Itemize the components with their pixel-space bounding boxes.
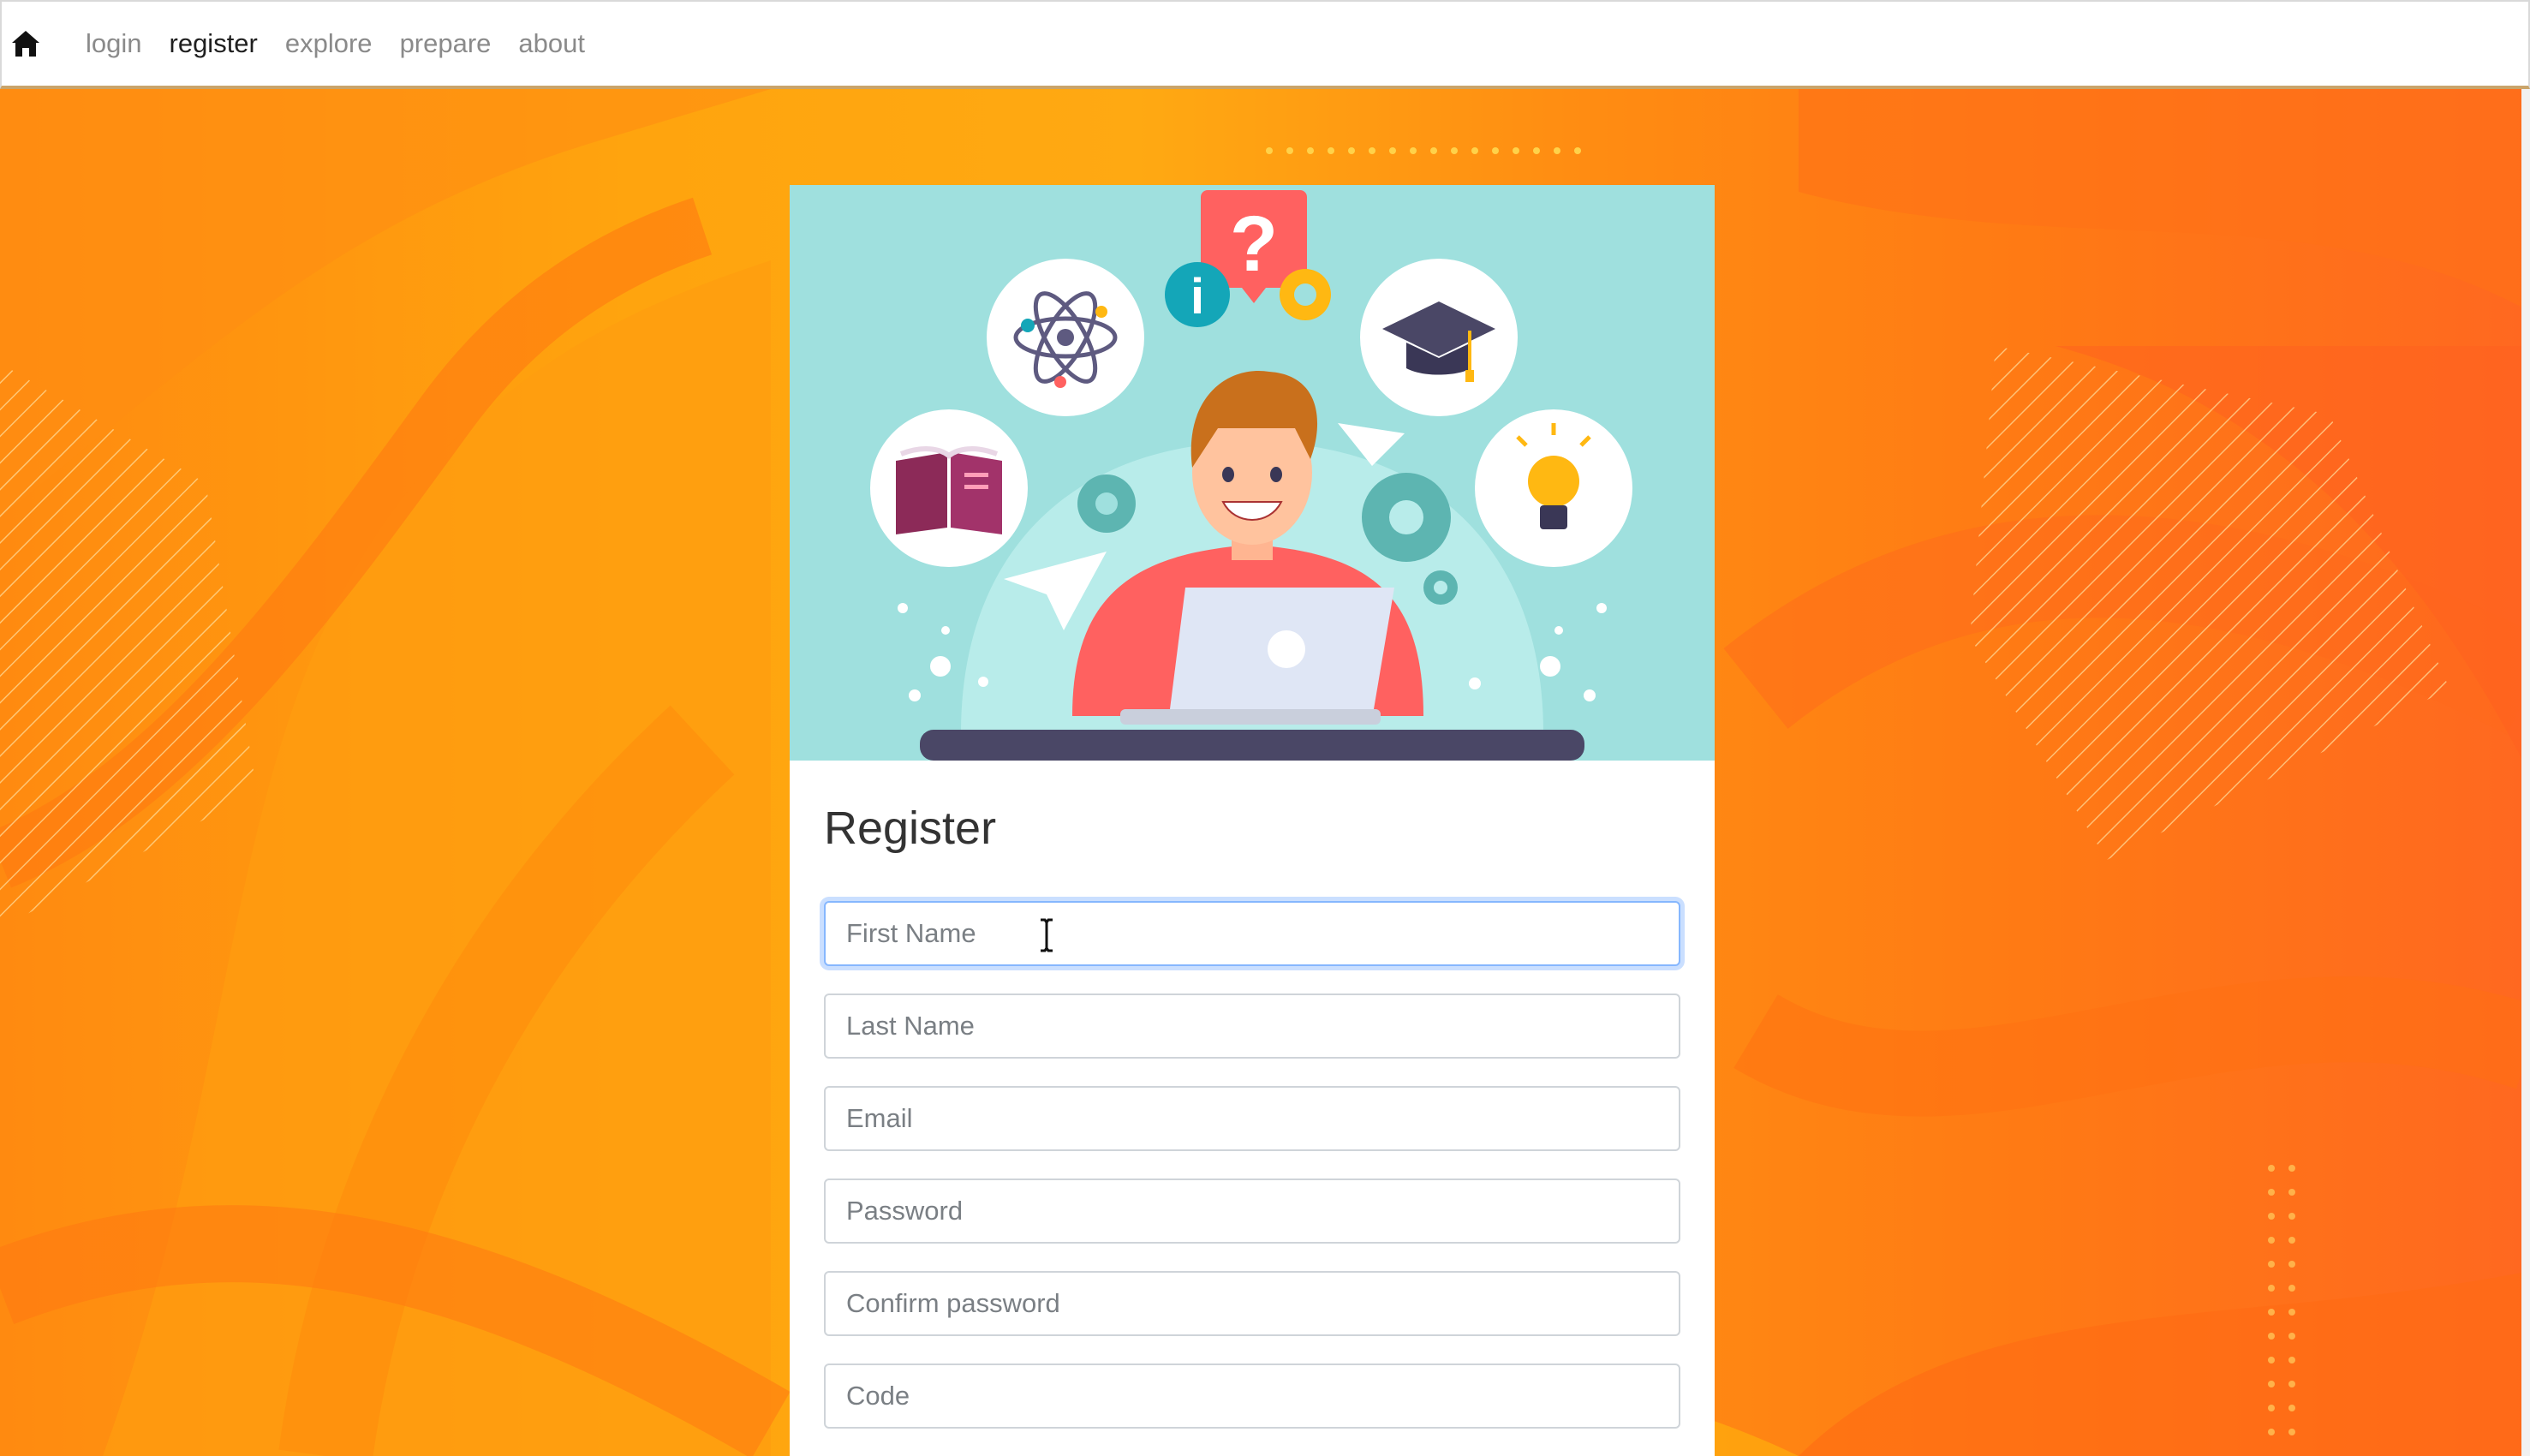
home-icon[interactable]	[10, 27, 45, 61]
last-name-field[interactable]	[824, 994, 1680, 1059]
text-cursor-icon	[1041, 918, 1053, 952]
register-form: Register	[790, 761, 1715, 1456]
confirm-password-field[interactable]	[824, 1271, 1680, 1336]
code-field[interactable]	[824, 1364, 1680, 1429]
nav-link-login[interactable]: login	[86, 28, 142, 59]
gear-icon	[1280, 269, 1331, 320]
hero-illustration: ? i	[790, 185, 1715, 761]
nav-link-about[interactable]: about	[518, 28, 585, 59]
scrollbar[interactable]	[2521, 89, 2530, 1456]
desk	[920, 730, 1584, 761]
graduation-cap-icon	[1360, 259, 1518, 416]
email-field[interactable]	[824, 1086, 1680, 1151]
svg-text:?: ?	[1230, 200, 1278, 288]
book-icon	[870, 409, 1028, 567]
top-navbar: login register explore prepare about	[0, 0, 2530, 89]
svg-text:i: i	[1190, 269, 1204, 325]
info-icon: i	[1165, 262, 1230, 327]
nav-link-explore[interactable]: explore	[285, 28, 373, 59]
nav-link-register[interactable]: register	[170, 28, 258, 59]
nav-link-prepare[interactable]: prepare	[400, 28, 492, 59]
first-name-field[interactable]	[824, 901, 1680, 966]
atom-icon	[987, 259, 1144, 416]
lightbulb-icon	[1475, 409, 1632, 567]
password-field[interactable]	[824, 1179, 1680, 1244]
register-card: ? i Register First Name Last Name Email …	[790, 185, 1715, 1456]
page-title: Register	[824, 803, 997, 854]
